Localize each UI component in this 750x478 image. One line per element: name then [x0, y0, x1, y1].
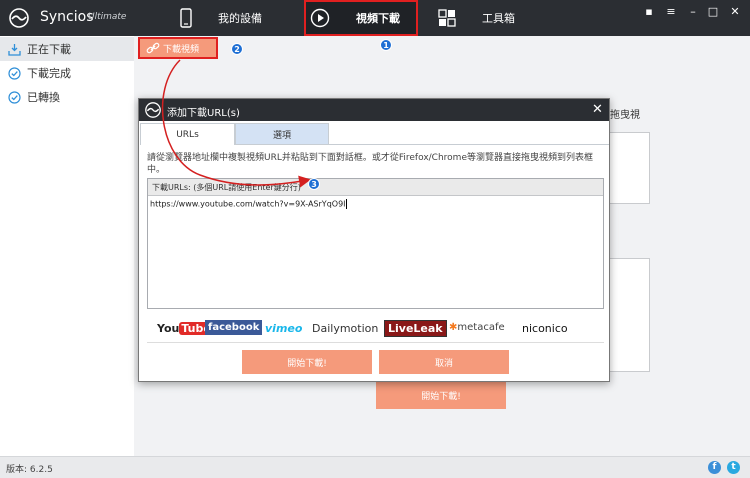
app-edition: Ultimate [88, 12, 127, 22]
syncios-logo-icon [145, 102, 161, 118]
start-download-button-background[interactable]: 開始下載! [376, 382, 506, 409]
tab-urls[interactable]: URLs [140, 123, 235, 145]
step-badge-1: 1 [380, 39, 392, 51]
metacafe-logo: ✱metacafe [449, 322, 505, 333]
sidebar-item-converted[interactable]: 已轉換 [0, 85, 134, 109]
add-url-dialog: 添加下載URL(s) ✕ URLs 選項 請從瀏覽器地址欄中複製視頻URL并粘貼… [138, 98, 610, 382]
niconico-logo: niconico [522, 322, 568, 335]
maximize-icon[interactable]: □ [706, 5, 720, 19]
nav-video-download[interactable]: 視頻下載 [304, 0, 418, 36]
step-badge-3: 3 [308, 178, 320, 190]
vimeo-logo: vimeo [265, 322, 303, 335]
dialog-title-bar: 添加下載URL(s) ✕ [139, 99, 609, 121]
app-name: Syncios [40, 9, 94, 25]
minimize-icon[interactable]: – [686, 5, 700, 19]
toolbox-grid-icon [438, 9, 456, 27]
paste-url-label: 下載視頻 [163, 44, 200, 55]
play-circle-icon [310, 8, 330, 28]
url-list-header: 下載URLs: (多個URL請使用Enter鍵分行) [148, 179, 603, 196]
title-bar: Syncios Ultimate 我的設備 視頻下載 工具箱 ▪ ≡ – □ ✕ [0, 0, 750, 36]
sidebar-label: 正在下載 [27, 43, 71, 56]
nav-my-devices[interactable]: 我的設備 [180, 0, 262, 36]
chat-icon[interactable]: ▪ [642, 5, 656, 19]
cancel-button[interactable]: 取消 [379, 350, 509, 374]
liveleak-logo: LiveLeak [384, 320, 447, 337]
facebook-logo: facebook [205, 320, 263, 335]
nav-label-devices: 我的設備 [218, 12, 262, 25]
supported-sites-row: You Tube facebook vimeo Dailymotion LiveL… [147, 317, 604, 343]
check-circle-icon [8, 66, 21, 80]
paste-url-button[interactable]: 下載視頻 [138, 37, 218, 59]
twitter-icon[interactable]: t [727, 461, 740, 474]
facebook-icon[interactable]: f [708, 461, 721, 474]
version-label: 版本: 6.2.5 [6, 465, 53, 475]
download-tray-icon [8, 43, 21, 56]
drag-hint-text: 拖曳視 [610, 110, 640, 121]
syncios-logo-icon [9, 8, 29, 28]
instruction-text: 請從瀏覽器地址欄中複製視頻URL并粘貼到下面對話框。或才從Firefox/Chr… [147, 153, 593, 175]
url-input-value[interactable]: https://www.youtube.com/watch?v=9X-ASrYq… [150, 199, 347, 209]
step-badge-2: 2 [231, 43, 243, 55]
dailymotion-logo: Dailymotion [312, 322, 379, 335]
nav-label-toolbox: 工具箱 [482, 12, 515, 25]
sidebar-label: 下載完成 [27, 67, 71, 80]
tab-divider [329, 144, 609, 145]
close-icon[interactable]: ✕ [728, 5, 742, 19]
check-circle-icon [8, 90, 21, 104]
phone-icon [180, 8, 192, 28]
dialog-title: 添加下載URL(s) [167, 108, 240, 119]
dialog-close-icon[interactable]: ✕ [592, 102, 603, 118]
sidebar: 正在下載 下載完成 已轉換 [0, 36, 134, 456]
sidebar-item-downloading[interactable]: 正在下載 [0, 37, 134, 61]
nav-toolbox[interactable]: 工具箱 [438, 0, 515, 36]
link-icon [146, 42, 160, 54]
nav-label-video: 視頻下載 [356, 12, 400, 25]
start-download-button[interactable]: 開始下載! [242, 350, 372, 374]
tab-options[interactable]: 選項 [235, 123, 329, 145]
sidebar-item-completed[interactable]: 下載完成 [0, 61, 134, 85]
url-textarea[interactable]: 下載URLs: (多個URL請使用Enter鍵分行) https://www.y… [147, 178, 604, 309]
sidebar-label: 已轉換 [27, 91, 60, 104]
status-bar: 版本: 6.2.5 f t [0, 456, 750, 478]
menu-icon[interactable]: ≡ [664, 5, 678, 19]
